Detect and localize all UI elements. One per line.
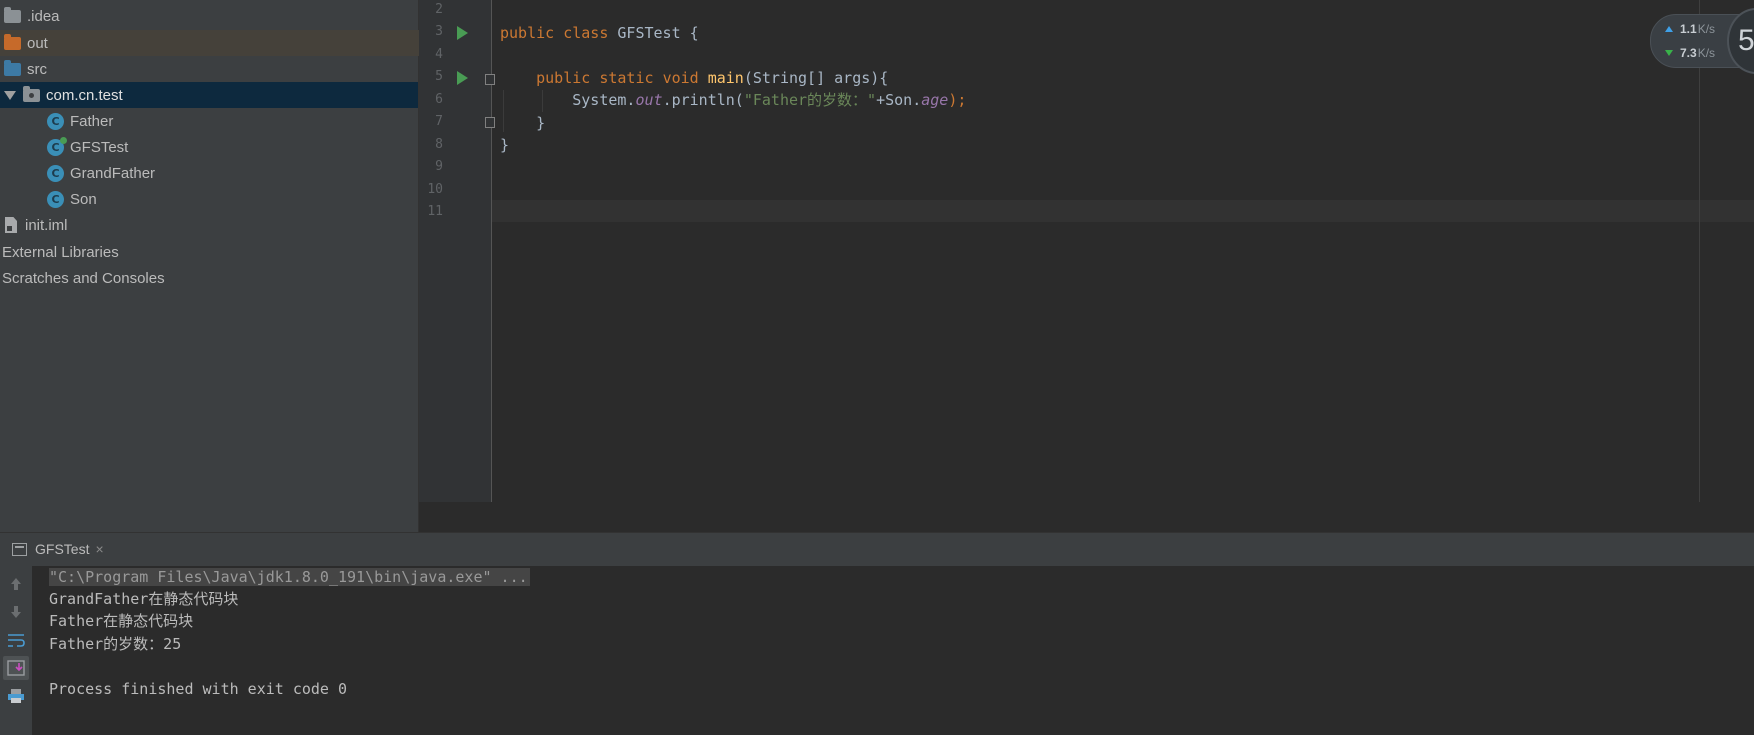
tree-item-label: GrandFather (70, 164, 156, 182)
editor-gutter: 2 3 4 5 6 7 8 9 10 11 (419, 0, 495, 502)
tree-item-grandfather[interactable]: C GrandFather (0, 160, 465, 186)
line-number: 10 (427, 182, 443, 197)
download-speed: 7.3 K/s (1665, 46, 1715, 60)
right-margin-guide (1699, 0, 1700, 502)
chevron-down-icon[interactable] (4, 90, 16, 100)
code-line-8: } (500, 136, 510, 154)
tree-item-com-cn-test[interactable]: com.cn.test (0, 82, 418, 108)
console-line: Father的岁数：25 (49, 635, 182, 653)
tree-item-gfstest[interactable]: C GFSTest (0, 134, 465, 160)
line-number: 5 (435, 69, 443, 84)
tree-item-external-libraries[interactable]: External Libraries (0, 239, 420, 265)
code-line-5: public static void main(String[] args){ (536, 69, 889, 87)
line-number: 4 (435, 47, 443, 62)
scroll-to-end-icon (7, 660, 25, 676)
tree-item-label: GFSTest (70, 138, 129, 156)
folder-blue-icon (4, 59, 21, 76)
upload-speed: 1.1 K/s (1665, 22, 1715, 36)
print-icon (8, 689, 24, 703)
project-tool-window: .idea out src com.cn.test C Father C GFS… (0, 0, 422, 532)
current-line-highlight (492, 200, 1754, 222)
tree-item-father[interactable]: C Father (0, 108, 465, 134)
code-line-6: System.out.println("Father的岁数："+Son.age)… (572, 91, 967, 109)
tree-item-out[interactable]: out (0, 30, 422, 56)
console-line: GrandFather在静态代码块 (49, 590, 239, 608)
line-number: 7 (435, 114, 443, 129)
tree-item-label: Son (70, 190, 97, 208)
line-number: 3 (435, 24, 443, 39)
console-line: Process finished with exit code 0 (49, 680, 348, 698)
fold-icon[interactable] (485, 117, 495, 128)
tree-item-init-iml[interactable]: init.iml (0, 212, 423, 238)
scroll-down-button[interactable] (3, 600, 29, 624)
arrow-down-icon (11, 606, 21, 618)
print-button[interactable] (3, 684, 29, 708)
run-tab-label: GFSTest (35, 541, 90, 557)
class-runnable-icon: C (47, 136, 67, 156)
file-icon (5, 217, 17, 233)
code-line-7: } (536, 114, 546, 132)
console-line: "C:\Program Files\Java\jdk1.8.0_191\bin\… (49, 566, 530, 588)
tree-item-label: src (27, 60, 47, 78)
class-icon: C (47, 112, 64, 130)
soft-wrap-icon (8, 634, 25, 647)
console-line: Father在静态代码块 (49, 612, 194, 630)
folder-orange-icon (4, 33, 21, 50)
soft-wrap-button[interactable] (3, 628, 29, 652)
line-number: 9 (435, 159, 443, 174)
run-class-icon[interactable] (457, 26, 468, 40)
scroll-to-end-button[interactable] (3, 656, 29, 680)
tree-item-label: Scratches and Consoles (2, 269, 165, 287)
class-icon: C (47, 164, 64, 182)
download-arrow-icon (1665, 50, 1673, 56)
tree-item-src[interactable]: src (0, 56, 422, 82)
tree-item-label: Father (70, 112, 114, 130)
run-panel-header: GFSTest × (0, 532, 1754, 567)
tree-item-son[interactable]: C Son (0, 186, 465, 212)
tree-item-label: out (27, 34, 48, 52)
run-toolbar (0, 566, 32, 735)
code-line-3: public class GFSTest { (500, 24, 699, 42)
console-command: "C:\Program Files\Java\jdk1.8.0_191\bin\… (49, 568, 530, 586)
tree-item-label: External Libraries (2, 243, 119, 261)
upload-arrow-icon (1665, 26, 1673, 32)
fold-icon[interactable] (485, 74, 495, 85)
tree-item-label: init.iml (25, 216, 68, 234)
line-number: 6 (435, 92, 443, 107)
line-number: 8 (435, 137, 443, 152)
tree-item-label: .idea (27, 7, 60, 25)
folder-icon (4, 6, 21, 23)
tree-item-label: com.cn.test (46, 86, 123, 104)
console-output[interactable]: "C:\Program Files\Java\jdk1.8.0_191\bin\… (32, 566, 1754, 735)
run-config-icon (12, 542, 27, 556)
scroll-up-button[interactable] (3, 572, 29, 596)
class-icon: C (47, 190, 64, 208)
arrow-up-icon (11, 578, 21, 590)
line-number: 2 (435, 2, 443, 17)
run-main-icon[interactable] (457, 71, 468, 85)
close-icon[interactable]: × (95, 541, 103, 557)
code-editor[interactable]: 2 3 4 5 6 7 8 9 10 11 public class GFSTe… (419, 0, 1754, 502)
tree-item-idea[interactable]: .idea (0, 3, 422, 29)
run-tab-gfstest[interactable]: GFSTest × (12, 541, 104, 557)
line-number: 11 (427, 204, 443, 219)
tree-item-scratches[interactable]: Scratches and Consoles (0, 265, 420, 291)
package-icon (23, 85, 40, 102)
